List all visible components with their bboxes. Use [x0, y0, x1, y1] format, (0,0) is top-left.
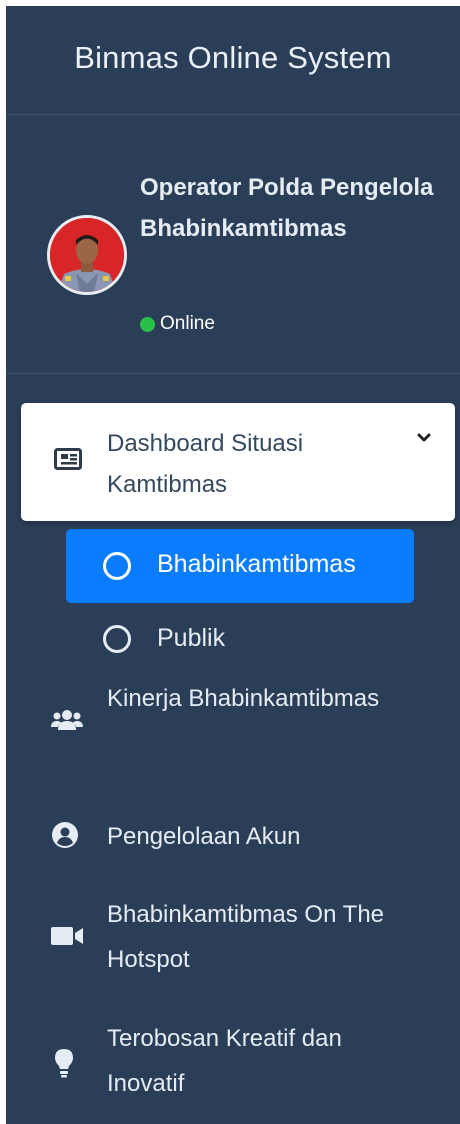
- newspaper-icon: [54, 448, 82, 475]
- menu-item-pengelolaan-akun[interactable]: Pengelolaan Akun: [21, 814, 455, 874]
- user-panel: Operator Polda Pengelola Bhabinkamtibmas…: [6, 115, 460, 374]
- users-icon: [51, 709, 83, 736]
- avatar[interactable]: [47, 215, 127, 295]
- user-name[interactable]: Operator Polda Pengelola Bhabinkamtibmas: [140, 167, 440, 249]
- menu-item-label: Terobosan Kreatif dan Inovatif: [107, 1025, 342, 1097]
- menu-item-terobosan-kreatif-dan-inovatif[interactable]: Terobosan Kreatif dan Inovatif: [21, 1016, 455, 1106]
- video-icon: [51, 925, 83, 952]
- submenu-item-label: Publik: [157, 624, 226, 652]
- menu-item-label: Bhabinkamtibmas On The Hotspot: [107, 901, 385, 973]
- menu-item-label: Kinerja Bhabinkamtibmas: [107, 685, 380, 712]
- submenu-item-bhabinkamtibmas[interactable]: Bhabinkamtibmas: [66, 529, 414, 603]
- brand-header[interactable]: Binmas Online System: [6, 6, 460, 115]
- user-status: Online: [140, 313, 215, 335]
- brand-title[interactable]: Binmas Online System: [74, 40, 392, 76]
- avatar-photo: [50, 218, 124, 292]
- user-circle-icon: [51, 821, 79, 854]
- online-dot-icon: [140, 316, 155, 332]
- menu-item-bhabinkamtibmas-on-the-hotspot[interactable]: Bhabinkamtibmas On The Hotspot: [21, 892, 455, 982]
- submenu-item-publik[interactable]: Publik: [66, 608, 414, 668]
- menu-item-label: Pengelolaan Akun: [107, 823, 301, 850]
- nav-menu: Dashboard Situasi Kamtibmas Bhabinkamtib…: [6, 374, 460, 1124]
- menu-item-label: Dashboard Situasi Kamtibmas: [107, 430, 304, 498]
- menu-item-dashboard-situasi-kamtibmas[interactable]: Dashboard Situasi Kamtibmas: [21, 403, 455, 521]
- chevron-down-icon[interactable]: [417, 430, 431, 448]
- menu-item-kinerja-bhabinkamtibmas[interactable]: Kinerja Bhabinkamtibmas: [21, 676, 455, 766]
- submenu-item-label: Bhabinkamtibmas: [157, 550, 356, 578]
- sidebar: Binmas Online System Operator Polda Peng…: [6, 6, 460, 1124]
- lightbulb-icon: [54, 1048, 74, 1083]
- status-label: Online: [160, 313, 215, 334]
- circle-icon: [103, 625, 131, 653]
- circle-icon: [103, 552, 131, 580]
